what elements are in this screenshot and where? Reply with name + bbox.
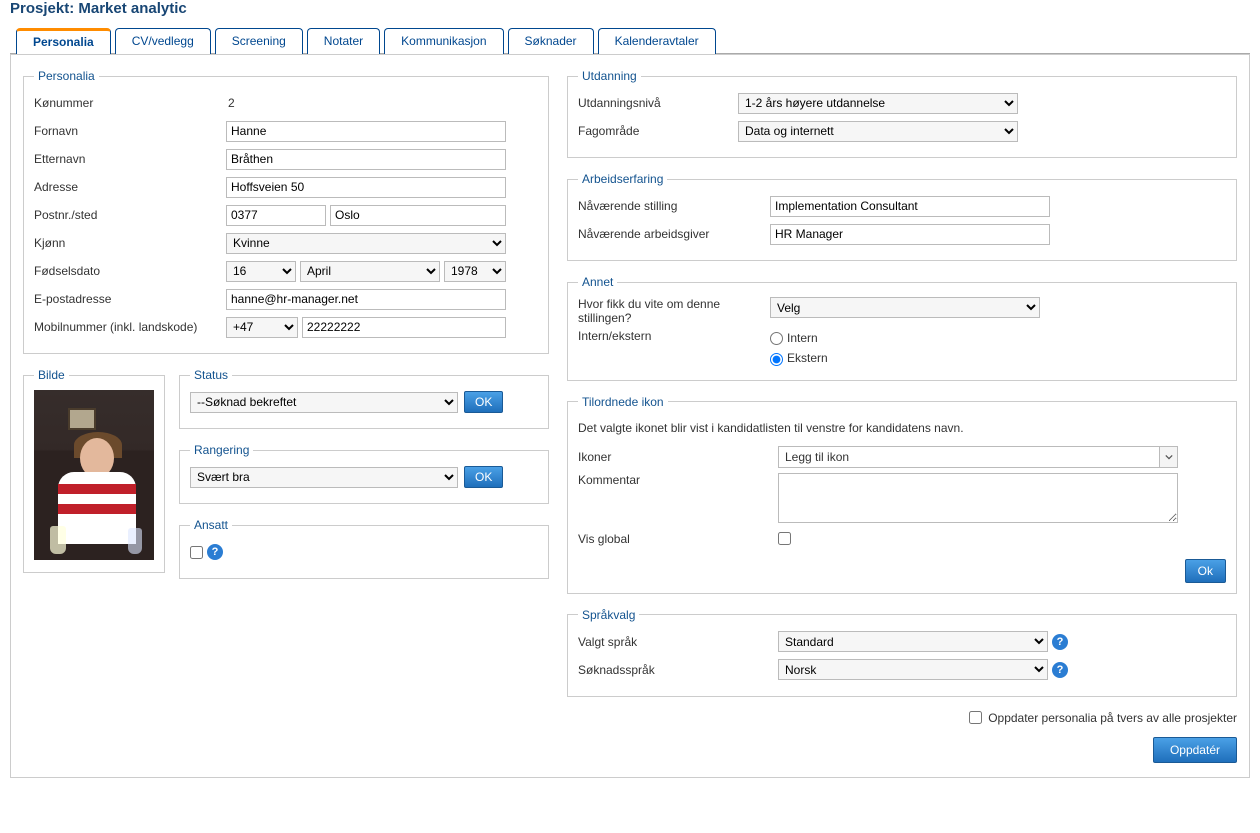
label-hvor-fikk: Hvor fikk du vite om denne stillingen?	[578, 297, 770, 325]
label-fornavn: Fornavn	[34, 124, 226, 138]
page-title: Prosjekt: Market analytic	[10, 0, 1250, 17]
status-ok-button[interactable]: OK	[464, 391, 503, 413]
select-fagomrade[interactable]: Data og internett	[738, 121, 1018, 142]
label-intern-ekstern: Intern/ekstern	[578, 329, 770, 343]
combo-ikoner-value: Legg til ikon	[785, 450, 849, 464]
select-dag[interactable]: 16	[226, 261, 296, 282]
combo-ikoner[interactable]: Legg til ikon	[778, 446, 1178, 468]
fieldset-personalia: Personalia Kønummer 2 Fornavn Etternavn …	[23, 69, 549, 354]
label-fodselsdato: Fødselsdato	[34, 264, 226, 278]
oppdater-button[interactable]: Oppdatér	[1153, 737, 1237, 763]
label-naavaerende-stilling: Nåværende stilling	[578, 199, 770, 213]
label-etternavn: Etternavn	[34, 152, 226, 166]
rangering-ok-button[interactable]: OK	[464, 466, 503, 488]
select-aar[interactable]: 1978	[444, 261, 506, 282]
select-rangering[interactable]: Svært bra	[190, 467, 458, 488]
fieldset-bilde: Bilde	[23, 368, 165, 573]
radio-intern-label[interactable]: Intern	[770, 331, 828, 345]
fieldset-tilordnede-ikon: Tilordnede ikon Det valgte ikonet blir v…	[567, 395, 1237, 594]
fieldset-utdanning: Utdanning Utdanningsnivå 1-2 års høyere …	[567, 69, 1237, 158]
label-utdanningsnivaa: Utdanningsnivå	[578, 96, 738, 110]
input-etternavn[interactable]	[226, 149, 506, 170]
textarea-kommentar[interactable]	[778, 473, 1178, 523]
fieldset-status: Status --Søknad bekreftet OK	[179, 368, 549, 429]
input-adresse[interactable]	[226, 177, 506, 198]
legend-tilordnede-ikon: Tilordnede ikon	[578, 395, 668, 409]
checkbox-update-cross-label[interactable]: Oppdater personalia på tvers av alle pro…	[969, 711, 1237, 725]
tilordnede-ok-button[interactable]: Ok	[1185, 559, 1226, 583]
tab-notater[interactable]: Notater	[307, 28, 380, 54]
label-vis-global: Vis global	[578, 532, 778, 546]
tab-kommunikasjon[interactable]: Kommunikasjon	[384, 28, 503, 54]
tab-soknader[interactable]: Søknader	[508, 28, 594, 54]
select-valgt-sprak[interactable]: Standard	[778, 631, 1048, 652]
label-mobil: Mobilnummer (inkl. landskode)	[34, 320, 226, 334]
help-icon-ansatt[interactable]: ?	[207, 544, 223, 560]
label-kjonn: Kjønn	[34, 236, 226, 250]
label-fagomrade: Fagområde	[578, 124, 738, 138]
tilordnede-info-text: Det valgte ikonet blir vist i kandidatli…	[578, 421, 1226, 435]
input-fornavn[interactable]	[226, 121, 506, 142]
radio-ekstern[interactable]	[770, 353, 783, 366]
checkbox-vis-global[interactable]	[778, 532, 791, 545]
legend-rangering: Rangering	[190, 443, 253, 457]
input-naavaerende-stilling[interactable]	[770, 196, 1050, 217]
main-panel: Personalia Kønummer 2 Fornavn Etternavn …	[10, 54, 1250, 778]
label-konummer: Kønummer	[34, 96, 226, 110]
input-postnr[interactable]	[226, 205, 326, 226]
label-adresse: Adresse	[34, 180, 226, 194]
select-hvor-fikk[interactable]: Velg	[770, 297, 1040, 318]
legend-bilde: Bilde	[34, 368, 69, 382]
label-ikoner: Ikoner	[578, 450, 778, 464]
legend-arbeidserfaring: Arbeidserfaring	[578, 172, 667, 186]
tab-bar: Personalia CV/vedlegg Screening Notater …	[10, 27, 1250, 54]
input-sted[interactable]	[330, 205, 506, 226]
legend-utdanning: Utdanning	[578, 69, 641, 83]
fieldset-annet: Annet Hvor fikk du vite om denne stillin…	[567, 275, 1237, 381]
select-maned[interactable]: April	[300, 261, 440, 282]
legend-annet: Annet	[578, 275, 617, 289]
fieldset-ansatt: Ansatt ?	[179, 518, 549, 579]
checkbox-ansatt[interactable]	[190, 546, 203, 559]
select-mobil-country[interactable]: +47	[226, 317, 298, 338]
input-epost[interactable]	[226, 289, 506, 310]
tab-screening[interactable]: Screening	[215, 28, 303, 54]
label-naavaerende-arbeidsgiver: Nåværende arbeidsgiver	[578, 227, 770, 241]
select-kjonn[interactable]: Kvinne	[226, 233, 506, 254]
select-soknadssprak[interactable]: Norsk	[778, 659, 1048, 680]
candidate-photo[interactable]	[34, 390, 154, 560]
tab-kalenderavtaler[interactable]: Kalenderavtaler	[598, 28, 716, 54]
input-mobil[interactable]	[302, 317, 506, 338]
label-kommentar: Kommentar	[578, 473, 778, 487]
select-status[interactable]: --Søknad bekreftet	[190, 392, 458, 413]
chevron-down-icon	[1159, 447, 1177, 467]
value-konummer: 2	[226, 96, 235, 110]
fieldset-rangering: Rangering Svært bra OK	[179, 443, 549, 504]
label-epost: E-postadresse	[34, 292, 226, 306]
label-postnr: Postnr./sted	[34, 208, 226, 222]
checkbox-update-cross[interactable]	[969, 711, 982, 724]
tab-cv-vedlegg[interactable]: CV/vedlegg	[115, 28, 211, 54]
fieldset-arbeidserfaring: Arbeidserfaring Nåværende stilling Nåvær…	[567, 172, 1237, 261]
legend-personalia: Personalia	[34, 69, 99, 83]
legend-sprakvalg: Språkvalg	[578, 608, 639, 622]
label-soknadssprak: Søknadsspråk	[578, 663, 778, 677]
select-utdanningsnivaa[interactable]: 1-2 års høyere utdannelse	[738, 93, 1018, 114]
input-naavaerende-arbeidsgiver[interactable]	[770, 224, 1050, 245]
radio-intern[interactable]	[770, 332, 783, 345]
fieldset-sprakvalg: Språkvalg Valgt språk Standard ? Søknads…	[567, 608, 1237, 697]
label-valgt-sprak: Valgt språk	[578, 635, 778, 649]
legend-ansatt: Ansatt	[190, 518, 232, 532]
help-icon-valgt-sprak[interactable]: ?	[1052, 634, 1068, 650]
radio-ekstern-label[interactable]: Ekstern	[770, 351, 828, 365]
tab-personalia[interactable]: Personalia	[16, 28, 111, 54]
help-icon-soknadssprak[interactable]: ?	[1052, 662, 1068, 678]
update-cross-text: Oppdater personalia på tvers av alle pro…	[988, 711, 1237, 725]
legend-status: Status	[190, 368, 232, 382]
